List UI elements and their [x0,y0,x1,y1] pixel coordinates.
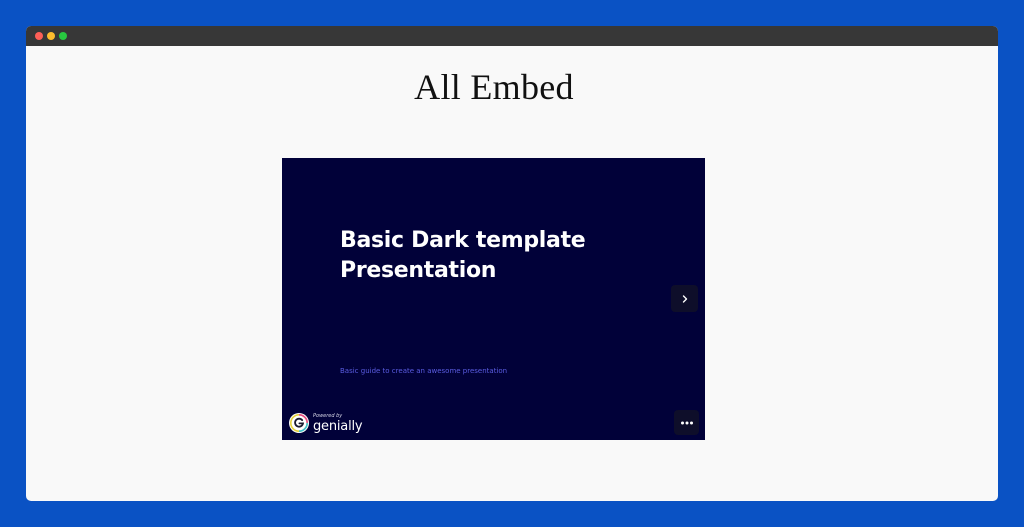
slide-title: Basic Dark template Presentation [340,226,660,286]
genially-branding[interactable]: Powered by genially [288,410,363,436]
genially-embed[interactable]: Basic Dark template Presentation Basic g… [282,158,705,440]
brand-powered-label: Powered by [313,412,343,419]
genially-logo-icon [289,413,309,433]
slide-subtitle: Basic guide to create an awesome present… [340,367,508,375]
close-window-button[interactable] [35,32,43,40]
slide-title-line-2: Presentation [340,258,497,283]
brand-name: genially [313,418,363,434]
more-options-button[interactable] [674,410,699,435]
maximize-window-button[interactable] [59,32,67,40]
window-titlebar [26,26,998,46]
more-horizontal-icon [680,421,693,424]
brand-text: Powered by genially [313,412,363,434]
minimize-window-button[interactable] [47,32,55,40]
next-slide-button[interactable] [671,285,698,312]
page-title: All Embed [414,67,574,107]
browser-window: All Embed Basic Dark template Presentati… [26,26,998,501]
slide-title-line-1: Basic Dark template [340,228,586,253]
chevron-right-icon [682,294,687,303]
